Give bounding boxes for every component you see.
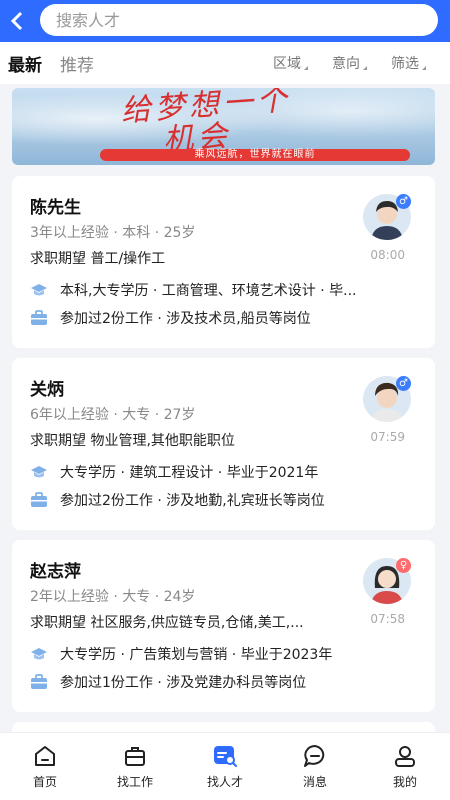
nav-find-job-label: 找工作 [116,775,153,789]
nav-profile-label: 我的 [392,775,417,789]
dropdown-triangle-icon [363,66,367,70]
education-line: 本科,大专学历 · 工商管理、环境艺术设计 · 毕... [30,280,400,300]
update-time: 07:58 [370,612,405,626]
banner-slogan: 乘风远航，世界就在眼前 [100,149,410,161]
update-time: 07:59 [370,430,405,444]
nav-find-talent-label: 找人才 [206,775,243,789]
candidate-name: 赵志萍 [30,562,81,582]
candidate-card[interactable]: 关炳 6年以上经验 · 大专 · 27岁 求职期望 物业管理,其他职能职位 ♂ … [12,358,435,530]
nav-profile[interactable]: 我的 [360,733,450,800]
education-line: 大专学历 · 建筑工程设计 · 毕业于2021年 [30,462,400,482]
nav-home-label: 首页 [32,775,57,789]
search-input[interactable] [56,10,438,30]
work-text: 参加过1份工作 · 涉及党建办科员等岗位 [60,675,307,691]
education-text: 本科,大专学历 · 工商管理、环境艺术设计 · 毕... [60,283,357,299]
candidate-meta: 2年以上经验 · 大专 · 24岁 [30,589,196,605]
filter-region-label: 区域 [273,56,301,72]
female-icon: ♀ [396,558,411,573]
tab-recommended[interactable]: 推荐 [60,51,94,76]
filter-intention[interactable]: 意向 [332,53,367,73]
filter-intention-label: 意向 [332,56,360,72]
work-text: 参加过2份工作 · 涉及地勤,礼宾班长等岗位 [60,493,325,509]
filter-screen-label: 筛选 [391,56,419,72]
nav-messages-label: 消息 [302,775,327,789]
filter-screen[interactable]: 筛选 [391,53,426,73]
candidate-expectation: 求职期望 普工/操作工 [30,251,166,267]
graduation-cap-icon [31,648,47,660]
candidate-meta: 6年以上经验 · 大专 · 27岁 [30,407,196,423]
education-line: 大专学历 · 广告策划与营销 · 毕业于2023年 [30,644,400,664]
candidate-card[interactable]: 陈先生 3年以上经验 · 本科 · 25岁 求职期望 普工/操作工 ♂ 08:0… [12,176,435,348]
bottom-tab-bar: 首页 找工作 找人才 消息 我的 [0,732,450,800]
back-arrow-icon[interactable] [0,0,34,42]
home-icon [35,746,55,766]
candidate-card[interactable]: 赵志萍 2年以上经验 · 大专 · 24岁 求职期望 社区服务,供应链专员,仓储… [12,540,435,712]
work-line: 参加过2份工作 · 涉及地勤,礼宾班长等岗位 [30,490,400,510]
briefcase-icon [31,674,47,689]
find-talent-icon [214,746,237,767]
nav-find-job[interactable]: 找工作 [90,733,180,800]
male-icon: ♂ [396,194,411,209]
candidate-meta: 3年以上经验 · 本科 · 25岁 [30,225,196,241]
candidate-name: 关炳 [30,380,64,400]
tabs-bar: 最新 推荐 区域 意向 筛选 [0,42,450,84]
update-time: 08:00 [370,248,405,262]
work-line: 参加过2份工作 · 涉及技术员,船员等岗位 [30,308,400,328]
filter-region[interactable]: 区域 [273,53,308,73]
briefcase-icon [31,310,47,325]
candidate-name: 陈先生 [30,198,81,218]
profile-icon [395,746,415,767]
education-text: 大专学历 · 广告策划与营销 · 毕业于2023年 [60,647,333,663]
nav-messages[interactable]: 消息 [270,733,360,800]
search-box[interactable] [40,4,438,36]
graduation-cap-icon [31,466,47,478]
nav-find-talent[interactable]: 找人才 [180,733,270,800]
top-bar [0,0,450,42]
nav-home[interactable]: 首页 [0,733,90,800]
male-icon: ♂ [396,376,411,391]
dropdown-triangle-icon [304,66,308,70]
filter-group: 区域 意向 筛选 [273,42,426,84]
promo-banner[interactable]: 给梦想一个 机会 乘风远航，世界就在眼前 [12,88,435,165]
work-text: 参加过2份工作 · 涉及技术员,船员等岗位 [60,311,311,327]
briefcase-icon [31,492,47,507]
candidate-expectation: 求职期望 物业管理,其他职能职位 [30,433,235,449]
tab-latest[interactable]: 最新 [8,51,42,76]
briefcase-icon [125,747,145,766]
education-text: 大专学历 · 建筑工程设计 · 毕业于2021年 [60,465,319,481]
candidate-expectation: 求职期望 社区服务,供应链专员,仓储,美工,... [30,615,304,631]
work-line: 参加过1份工作 · 涉及党建办科员等岗位 [30,672,400,692]
graduation-cap-icon [31,284,47,296]
message-icon [304,745,325,767]
dropdown-triangle-icon [422,66,426,70]
